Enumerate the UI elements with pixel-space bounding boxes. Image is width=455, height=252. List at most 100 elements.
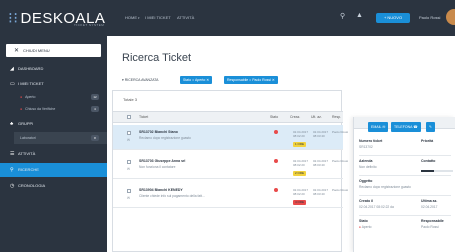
page-title: Ricerca Ticket (122, 52, 192, 64)
attachment-icon: ✉ (127, 196, 130, 200)
ticket-detail-panel: EMAIL ✉ TELEFONA ☎ ✎ Numero ticket SR137… (353, 117, 455, 252)
field-label-company: Azienda (359, 159, 373, 163)
status-dot-icon (274, 130, 278, 134)
ticket-table: Totale 3 Ticket Stato Creaz. Ult. az. Re… (112, 90, 348, 252)
sla-badge: 2 ORE (293, 171, 307, 176)
bell-icon[interactable]: ▲ (356, 12, 363, 19)
logo-mark-icon: ⁝⁝ (8, 10, 19, 27)
updated-date: 02.04.2017 08:03:40 (313, 130, 329, 138)
ticket-description: Reclamo dopo registrazione guasto (139, 136, 191, 140)
filter-chip-assignee[interactable]: Responsabile = Paolo Rossi ✕ (224, 76, 278, 84)
select-all-checkbox[interactable] (127, 115, 131, 119)
close-icon: ✕ (14, 48, 20, 54)
edit-button[interactable]: ✎ (426, 122, 435, 132)
email-button[interactable]: EMAIL ✉ (368, 122, 389, 132)
field-value-last-action: 02.04.2017 (421, 205, 438, 209)
divider (359, 215, 451, 216)
attachment-icon: ✉ (127, 167, 130, 171)
table-header: Ticket Stato Creaz. Ult. az. Resp. (113, 111, 343, 123)
ticket-id[interactable]: SR13702 Bianchi Stano (139, 130, 178, 134)
divider (359, 195, 451, 196)
divider (359, 155, 451, 156)
advanced-search-toggle[interactable]: ▾ RICERCA AVANZATA (122, 78, 159, 82)
assignee: Paolo Rossi (332, 188, 349, 192)
field-value-assignee: Paolo Rossi (421, 225, 439, 229)
status-dot-icon: ● (20, 107, 23, 111)
nav-activities[interactable]: ATTIVITÀ (177, 15, 194, 20)
divider (359, 175, 451, 176)
row-checkbox[interactable] (127, 131, 131, 135)
sidebar-item-dashboard[interactable]: ◢ DASHBOARD (0, 62, 107, 76)
field-label-created: Creato il (359, 199, 374, 203)
sidebar-sub-open[interactable]: ● Aperto 12 (14, 91, 107, 103)
sidebar-item-my-tickets[interactable]: ▭ I MIEI TICKET (0, 77, 107, 91)
column-header-assignee[interactable]: Resp. (332, 115, 341, 119)
ticket-id[interactable]: SR13904 Bianchi KENEDY (139, 188, 183, 192)
table-row[interactable]: ✉ SR13702 Bianchi Stano Reclamo dopo regis… (113, 125, 348, 150)
chevron-down-icon: ▾ (138, 16, 140, 20)
column-header-created[interactable]: Creaz. (290, 115, 300, 119)
field-value-status: ● Aperto (359, 225, 372, 229)
count-badge: 4 (91, 106, 99, 112)
field-value-number: SR13702 (359, 145, 373, 149)
status-dot-icon: ● (20, 95, 23, 99)
avatar[interactable] (446, 9, 455, 25)
sidebar-item-searches[interactable]: ⚲ RICERCHE (0, 163, 107, 177)
attachment-icon: ✉ (127, 138, 130, 142)
table-row[interactable]: ✉ SR13703 Giuseppe Anna srl Non funziona i… (113, 154, 348, 179)
status-dot-icon (274, 159, 278, 163)
row-checkbox[interactable] (127, 160, 131, 164)
user-name[interactable]: Paolo Rossi (419, 15, 440, 20)
row-checkbox[interactable] (127, 189, 131, 193)
count-badge: 12 (91, 94, 99, 100)
ticket-id[interactable]: SR13703 Giuseppe Anna srl (139, 159, 185, 163)
updated-date: 02.04.2017 08:03:40 (313, 159, 329, 167)
nav-home[interactable]: HOME▾ (125, 15, 140, 20)
new-ticket-button[interactable]: + NUOVO (376, 13, 410, 23)
created-date: 02.04.2017 08:02:20 (293, 159, 309, 167)
sidebar-item-history[interactable]: ◷ CRONOLOGIA (0, 179, 107, 193)
field-label-assignee: Responsabile (421, 219, 444, 223)
total-count: Totale 3 (123, 97, 138, 102)
top-bar: ⁝⁝ DESKOALA TICKET SYSTEM HOME▾ I MIEI TI… (0, 0, 455, 36)
field-label-status: Stato (359, 219, 368, 223)
column-header-status[interactable]: Stato (270, 115, 278, 119)
sidebar: ✕ CHIUDI MENU ◢ DASHBOARD ▭ I MIEI TICKET ●… (0, 36, 107, 252)
column-header-updated[interactable]: Ult. az. (311, 115, 322, 119)
field-value-subject: Reclamo dopo registrazione guasto (359, 185, 411, 189)
field-label-priority: Priorità (421, 139, 434, 143)
field-value-created: 02.04.2017 08:02:22 da (359, 205, 394, 209)
close-menu-button[interactable]: ✕ CHIUDI MENU (6, 44, 101, 57)
column-header-ticket[interactable]: Ticket (139, 115, 148, 119)
sidebar-sub-laboratori[interactable]: Laboratori 8 (14, 132, 107, 144)
logo[interactable]: ⁝⁝ DESKOALA TICKET SYSTEM (8, 9, 105, 27)
sla-badge: 1 ORE (293, 142, 307, 147)
sidebar-sub-verifiche[interactable]: ● Chiuso da Verifiche 4 (14, 103, 107, 115)
ticket-description: Cliente chiede info sul pagamento della … (139, 194, 205, 198)
table-row[interactable]: ✉ SR13904 Bianchi KENEDY Cliente chiede in… (113, 183, 348, 208)
priority-bar-fill (421, 170, 434, 172)
updated-date: 02.04.2017 08:03:40 (313, 188, 329, 196)
call-button[interactable]: TELEFONA ☎ (391, 122, 421, 132)
inbox-icon: ▭ (10, 81, 15, 87)
assignee: Paolo Rossi (332, 130, 349, 134)
chart-icon: ◢ (10, 66, 14, 72)
sidebar-item-activities[interactable]: ☰ ATTIVITÀ (0, 147, 107, 161)
ticket-description: Non funziona il contatore (139, 165, 176, 169)
field-label-number: Numero ticket (359, 139, 383, 143)
count-badge: 8 (91, 135, 99, 141)
sla-badge: 4 ORE (293, 200, 307, 205)
status-dot-icon (274, 188, 278, 192)
history-icon: ◷ (10, 183, 15, 189)
field-label-last-action: Ultima az. (421, 199, 438, 203)
created-date: 02.04.2017 08:02:20 (293, 130, 309, 138)
search-icon[interactable]: ⚲ (340, 12, 345, 20)
nav-my-tickets[interactable]: I MIEI TICKET (145, 15, 171, 20)
field-value-company: Non definito (359, 165, 377, 169)
logo-tagline: TICKET SYSTEM (74, 23, 105, 27)
sidebar-item-groups[interactable]: ♣ GRUPPI (0, 117, 107, 131)
field-label-contact: Contatto (421, 159, 436, 163)
filter-chip-status[interactable]: Stato = Aperto ✕ (180, 76, 213, 84)
field-label-subject: Oggetto (359, 179, 373, 183)
assignee: Paolo Rossi (332, 159, 349, 163)
